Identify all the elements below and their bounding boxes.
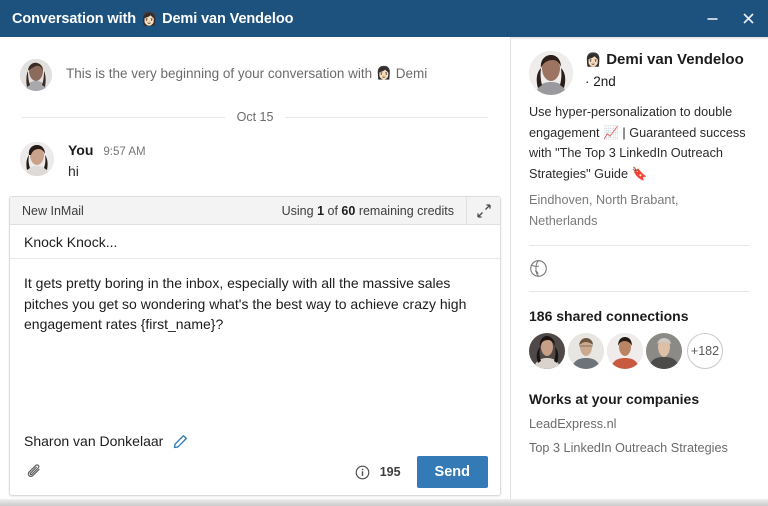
conversation-start-label: This is the very beginning of your conve…	[66, 66, 373, 81]
avatar[interactable]	[646, 333, 682, 370]
subject-input[interactable]: Knock Knock...	[24, 234, 117, 250]
window-body: This is the very beginning of your conve…	[0, 37, 768, 506]
avatar[interactable]	[568, 333, 604, 370]
date-separator-line-right	[285, 116, 489, 118]
date-separator-label: Oct 15	[236, 110, 274, 124]
message-content: You 9:57 AM hi	[68, 142, 146, 179]
send-button[interactable]: Send	[416, 456, 488, 488]
shared-connections-section: 186 shared connections +182	[529, 308, 750, 370]
shared-connections-more[interactable]: +182	[687, 333, 723, 370]
message-text: hi	[68, 163, 79, 179]
shared-connections-avatars: +182	[529, 333, 750, 370]
signature-name: Sharon van Donkelaar	[24, 433, 164, 449]
credits-used: 1	[317, 203, 325, 218]
conversation-start-row: This is the very beginning of your conve…	[20, 59, 490, 91]
profile-name-text: Demi van Vendeloo	[606, 51, 744, 68]
avatar[interactable]	[607, 333, 643, 370]
conversation-start-name: Demi	[395, 66, 428, 81]
window-title: Conversation with 👩🏻 Demi van Vendeloo	[12, 11, 293, 27]
date-separator-line-left	[22, 116, 225, 118]
composer-footer: 195 Send	[10, 449, 500, 495]
composer-header: New InMail Using 1 of 60 remaining credi…	[10, 197, 500, 225]
credits-status: Using 1 of 60 remaining credits	[282, 204, 466, 218]
globe-icon[interactable]	[529, 246, 750, 291]
conversation-window: Conversation with 👩🏻 Demi van Vendeloo T…	[0, 0, 768, 506]
person-emoji-icon: 👩🏻	[140, 11, 158, 26]
expand-icon[interactable]	[466, 197, 500, 224]
credits-prefix: Using	[281, 203, 314, 218]
profile-headline: Use hyper-personalization to double enga…	[529, 102, 750, 184]
chart-increasing-emoji-icon: 📈	[603, 125, 619, 140]
person-emoji-icon: 👩🏻	[585, 51, 602, 67]
profile-name: 👩🏻 Demi van Vendeloo	[585, 51, 750, 68]
conversation-thread: This is the very beginning of your conve…	[0, 37, 510, 179]
minimize-button[interactable]	[696, 4, 728, 34]
window-bottom-chrome	[0, 499, 768, 506]
subject-row[interactable]: Knock Knock...	[10, 225, 500, 259]
message-author: You	[68, 142, 94, 158]
window-titlebar: Conversation with 👩🏻 Demi van Vendeloo	[0, 0, 768, 40]
character-counter: 195	[379, 465, 401, 479]
bookmark-emoji-icon: 🔖	[631, 166, 648, 181]
conversation-start-text: This is the very beginning of your conve…	[66, 59, 427, 81]
signature-row: Sharon van Donkelaar	[10, 427, 500, 449]
company-item[interactable]: LeadExpress.nl	[529, 417, 750, 431]
credits-mid: of	[327, 203, 338, 218]
avatar	[20, 142, 54, 176]
pencil-icon[interactable]	[173, 434, 188, 449]
works-at-section: Works at your companies LeadExpress.nl T…	[529, 391, 750, 455]
shared-connections-title: 186 shared connections	[529, 308, 689, 325]
message-row: You 9:57 AM hi	[20, 142, 490, 179]
message-timestamp: 9:57 AM	[103, 146, 146, 158]
composer-title: New InMail	[22, 203, 84, 218]
company-item[interactable]: Top 3 LinkedIn Outreach Strategies	[529, 441, 750, 455]
credits-suffix: remaining credits	[358, 203, 454, 218]
credits-total: 60	[341, 203, 356, 218]
profile-meta: 👩🏻 Demi van Vendeloo · 2nd	[585, 51, 750, 89]
avatar[interactable]	[529, 333, 565, 370]
message-pane: This is the very beginning of your conve…	[0, 37, 511, 506]
message-header: You 9:57 AM	[68, 142, 146, 158]
profile-location: Eindhoven, North Brabant, Netherlands	[529, 193, 679, 228]
inmail-composer: New InMail Using 1 of 60 remaining credi…	[9, 196, 501, 496]
profile-pane: 👩🏻 Demi van Vendeloo · 2nd Use hyper-per…	[511, 37, 768, 506]
works-at-title: Works at your companies	[529, 391, 700, 408]
window-controls	[696, 0, 764, 37]
close-button[interactable]	[732, 4, 764, 34]
connections-divider	[529, 291, 750, 293]
window-title-prefix: Conversation with	[12, 10, 136, 27]
date-separator: Oct 15	[20, 110, 490, 124]
info-circle-icon[interactable]	[355, 465, 370, 480]
person-emoji-icon: 👩🏻	[376, 66, 392, 80]
message-body-input[interactable]: It gets pretty boring in the inbox, espe…	[10, 259, 500, 427]
profile-header: 👩🏻 Demi van Vendeloo · 2nd	[529, 51, 750, 95]
avatar	[20, 59, 52, 91]
avatar[interactable]	[529, 51, 573, 95]
window-title-name: Demi van Vendeloo	[162, 10, 294, 27]
paperclip-icon[interactable]	[26, 463, 44, 481]
connection-degree: · 2nd	[585, 74, 616, 89]
